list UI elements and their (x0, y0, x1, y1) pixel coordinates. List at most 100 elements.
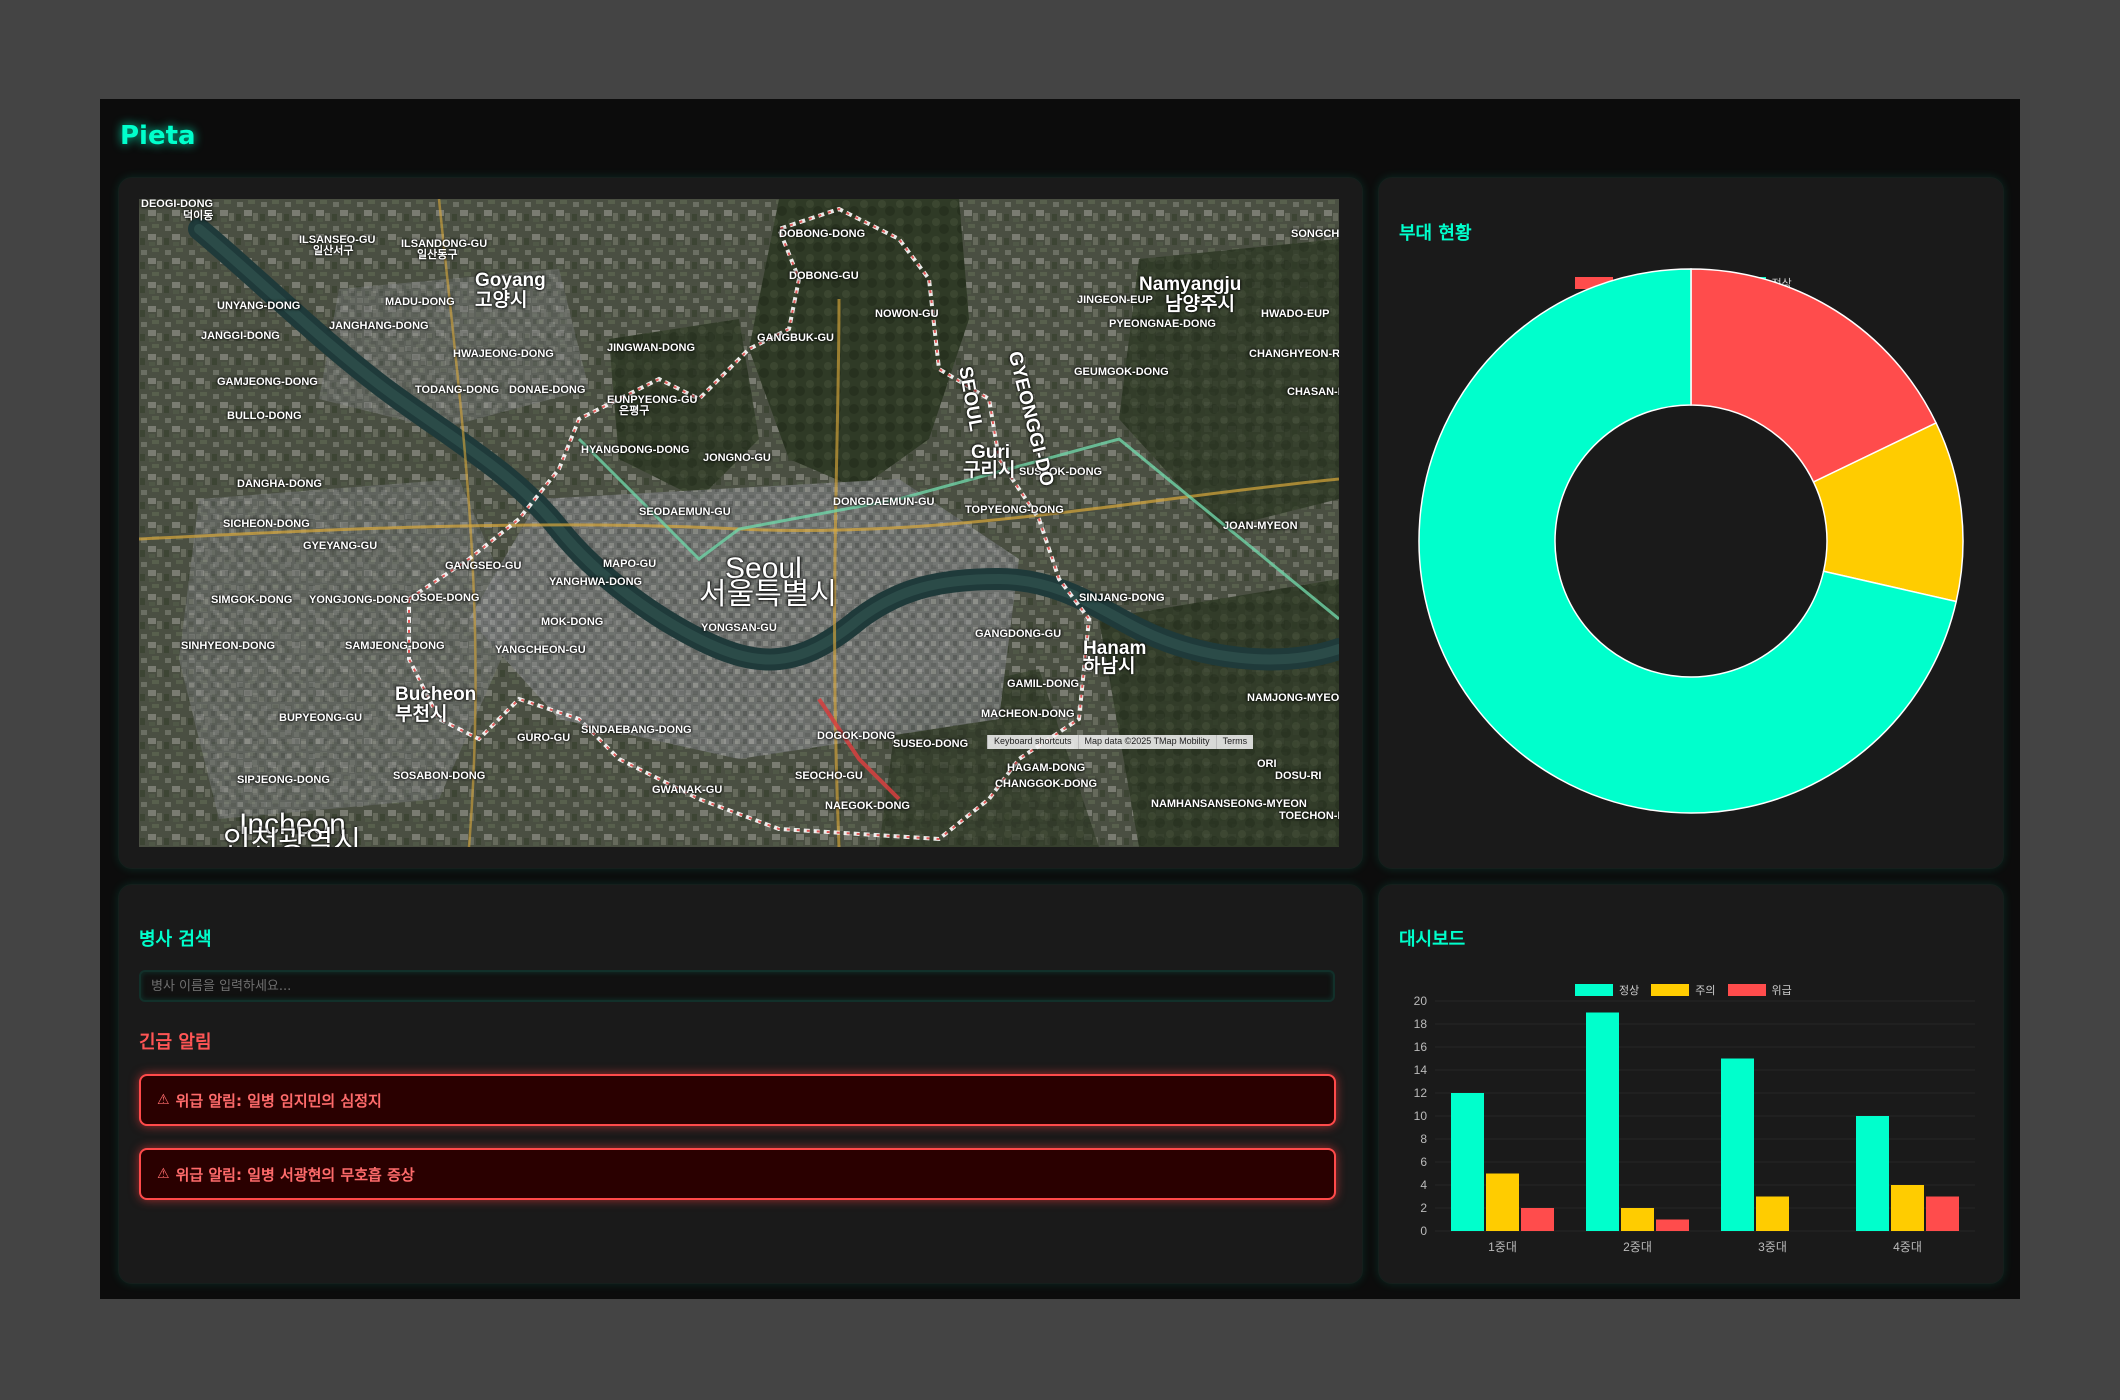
terms-link[interactable]: Terms (1215, 735, 1254, 749)
map-place-label: SINDAEBANG-DONG (581, 724, 692, 736)
map-place-label: GANGBUK-GU (757, 332, 834, 344)
map-place-label: 은평구 (619, 405, 650, 417)
map-place-label: TOECHON-MYEON (1279, 810, 1339, 822)
map-place-label: HAGAM-DONG (1007, 762, 1086, 774)
map-place-label: JOAN-MYEON (1223, 520, 1298, 532)
x-tick-label: 2중대 (1623, 1240, 1652, 1254)
satellite-map[interactable]: DEOGI-DONG 덕이동 ILSANSEO-GU 일산서구 ILSANDONG-GU… (139, 199, 1339, 847)
alert-text: 위급 알림: 일병 서광현의 무호흡 증상 (175, 1165, 415, 1184)
map-panel: DEOGI-DONG 덕이동 ILSANSEO-GU 일산서구 ILSANDONG-GU… (118, 177, 1363, 869)
map-place-label: JONGNO-GU (703, 452, 771, 464)
bar-위급-2중대[interactable] (1656, 1219, 1689, 1232)
alerts-title: 긴급 알림 (139, 1032, 212, 1053)
map-place-label: DOBONG-GU (789, 270, 859, 282)
map-place-label: MADU-DONG (385, 296, 455, 308)
map-place-label: 일산서구 (313, 245, 354, 257)
map-place-label: YANGHWA-DONG (549, 576, 643, 588)
map-place-label: SEOCHO-GU (795, 770, 863, 782)
map-place-label: Namyangju (1139, 274, 1242, 295)
map-place-label: DANGHA-DONG (237, 478, 322, 490)
map-place-label: NAEGOK-DONG (825, 800, 910, 812)
y-tick-label: 16 (1414, 1040, 1428, 1054)
map-place-label: SIPJEONG-DONG (237, 774, 330, 786)
y-tick-label: 18 (1414, 1017, 1428, 1031)
map-place-label: NOWON-GU (875, 308, 939, 320)
status-title: 부대 현황 (1399, 223, 1472, 244)
map-place-label: SINHYEON-DONG (181, 640, 276, 652)
brand-logo[interactable]: Pieta (120, 121, 196, 151)
map-place-label: MOK-DONG (541, 616, 604, 628)
bar-정상-4중대[interactable] (1856, 1116, 1889, 1231)
y-tick-label: 2 (1420, 1201, 1427, 1215)
bar-위급-1중대[interactable] (1521, 1208, 1554, 1231)
bar-주의-1중대[interactable] (1486, 1173, 1519, 1232)
map-place-label: JANGGI-DONG (201, 330, 280, 342)
map-place-label: HWADO-EUP (1261, 308, 1330, 320)
y-tick-label: 0 (1420, 1224, 1427, 1238)
soldier-search-input[interactable] (139, 970, 1335, 1002)
map-place-label: YONGSAN-GU (701, 622, 777, 634)
x-tick-label: 1중대 (1488, 1240, 1517, 1254)
map-place-label: Goyang (475, 270, 546, 291)
map-place-label: SAMJEONG-DONG (345, 640, 445, 652)
warning-icon: ⚠ (157, 1166, 170, 1182)
map-place-label: JINGWAN-DONG (607, 342, 695, 354)
map-place-label: 부천시 (395, 704, 448, 725)
map-place-label: 일산동구 (417, 249, 458, 261)
y-tick-label: 14 (1414, 1063, 1428, 1077)
y-tick-label: 10 (1414, 1109, 1428, 1123)
bar-주의-4중대[interactable] (1891, 1185, 1924, 1231)
search-title: 병사 검색 (139, 929, 212, 950)
y-tick-label: 20 (1414, 994, 1428, 1008)
map-place-label: JINGEON-EUP (1077, 294, 1153, 306)
bar-정상-1중대[interactable] (1451, 1093, 1484, 1231)
map-place-label: SIMGOK-DONG (211, 594, 293, 606)
map-place-label: Bucheon (395, 684, 477, 705)
y-tick-label: 6 (1420, 1155, 1427, 1169)
bar-위급-4중대[interactable] (1926, 1196, 1959, 1232)
dashboard-panel: 대시보드 정상 주의 위급 0 2 4 6 8 10 12 14 16 18 20 1중대 2중대 3중대… (1378, 884, 2004, 1284)
x-tick-label: 4중대 (1893, 1240, 1922, 1254)
map-place-label: 덕이동 (183, 210, 214, 222)
map-place-label: ORI (1257, 758, 1277, 770)
map-place-label: NAMJONG-MYEON (1247, 692, 1339, 704)
bar-정상-3중대[interactable] (1721, 1058, 1754, 1232)
map-place-label: DONGDAEMUN-GU (833, 496, 935, 508)
bar-주의-3중대[interactable] (1756, 1196, 1789, 1232)
y-tick-label: 4 (1420, 1178, 1427, 1192)
dashboard-bar-chart[interactable]: 0 2 4 6 8 10 12 14 16 18 20 1중대 2중대 3중대 4중대 (1379, 985, 2003, 1275)
map-place-label: DOSU-RI (1275, 770, 1322, 782)
map-place-label: DOGOK-DONG (817, 730, 896, 742)
map-place-label: YONGJONG-DONG (309, 594, 410, 606)
map-place-label: GANGDONG-GU (975, 628, 1062, 640)
map-place-label: GAMJEONG-DONG (217, 376, 318, 388)
map-place-label: UNYANG-DONG (217, 300, 301, 312)
map-place-label: 남양주시 (1165, 294, 1235, 315)
alert-item[interactable]: ⚠ 위급 알림: 일병 서광현의 무호흡 증상 (139, 1148, 1336, 1200)
map-place-label: CHANGHYEON-RI (1249, 348, 1339, 360)
x-tick-label: 3중대 (1758, 1240, 1787, 1254)
alert-item[interactable]: ⚠ 위급 알림: 일병 임지민의 심정지 (139, 1074, 1336, 1126)
map-place-label: 구리시 (963, 460, 1016, 481)
map-place-label: YANGCHEON-GU (495, 644, 586, 656)
keyboard-shortcuts-link[interactable]: Keyboard shortcuts (987, 735, 1078, 749)
soldier-search-panel: 병사 검색 긴급 알림 ⚠ 위급 알림: 일병 임지민의 심정지 ⚠ 위급 알림… (118, 884, 1363, 1284)
map-place-label: JANGHANG-DONG (329, 320, 429, 332)
bar-주의-2중대[interactable] (1621, 1208, 1654, 1231)
map-place-label: SEODAEMUN-GU (639, 506, 731, 518)
map-place-label: MAPO-GU (603, 558, 657, 570)
map-place-label: GURO-GU (517, 732, 571, 744)
warning-icon: ⚠ (157, 1092, 170, 1108)
app-window: Pieta DEOGI-DONG 덕이동 ILSANSEO-GU 일산서구 IL… (100, 99, 2020, 1299)
status-doughnut-chart[interactable] (1379, 268, 2003, 868)
map-terrain (139, 199, 1339, 847)
map-place-label: GYEYANG-GU (303, 540, 378, 552)
map-place-label: HWAJEONG-DONG (453, 348, 554, 360)
bar-정상-2중대[interactable] (1586, 1012, 1619, 1232)
map-place-label: TOPYEONG-DONG (965, 504, 1064, 516)
map-place-label: SICHEON-DONG (223, 518, 310, 530)
map-place-label: TODANG-DONG (415, 384, 500, 396)
map-place-label: DOBONG-DONG (779, 228, 866, 240)
map-place-label: BULLO-DONG (227, 410, 302, 422)
map-place-label: SUSEO-DONG (893, 738, 969, 750)
